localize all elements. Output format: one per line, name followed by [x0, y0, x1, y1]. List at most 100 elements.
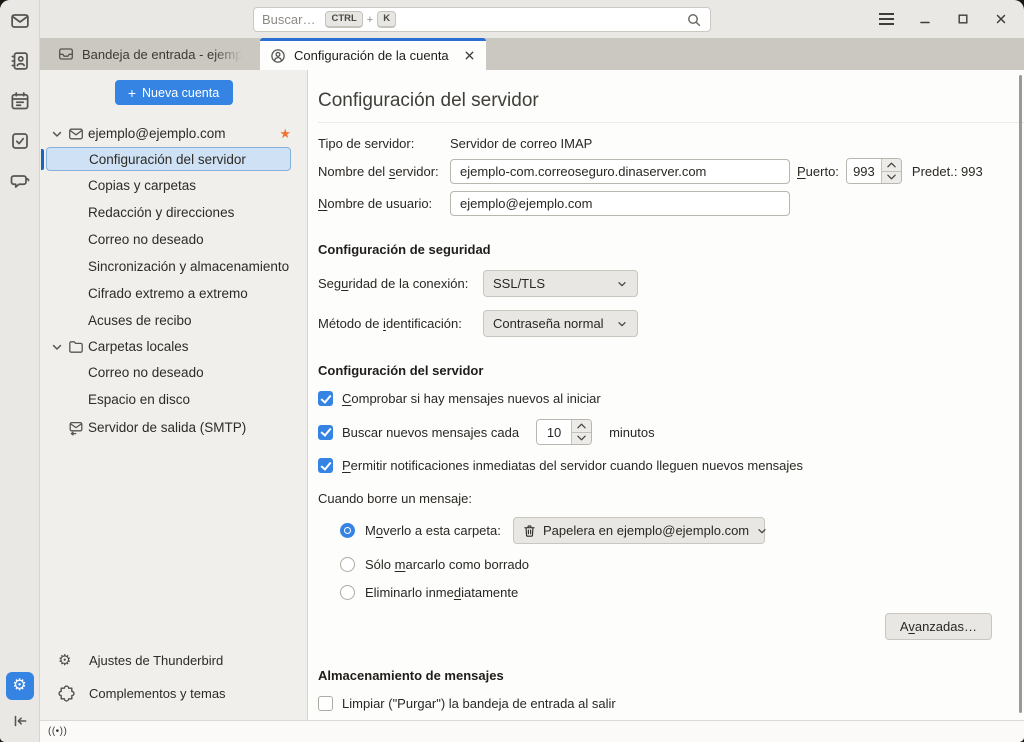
interval-input[interactable]: [537, 420, 571, 444]
collapse-spaces-button[interactable]: [11, 712, 29, 730]
calendar-icon: [10, 91, 30, 111]
cleanup-row: Limpiar ("Purgar") la bandeja de entrada…: [318, 696, 1024, 711]
address-book-icon: [10, 51, 30, 71]
calendar-space-button[interactable]: [9, 90, 31, 112]
addons-themes-item[interactable]: Complementos y temas: [40, 677, 307, 710]
connection-security-label: Seguridad de la conexión:: [318, 276, 483, 291]
chevron-down-icon: [616, 278, 628, 290]
tree-item-smtp[interactable]: Servidor de salida (SMTP): [40, 415, 307, 440]
account-settings-pane: Configuración del servidor Tipo de servi…: [308, 70, 1024, 720]
tree-item-e2e[interactable]: Cifrado extremo a extremo: [40, 281, 307, 306]
spin-down-button[interactable]: [882, 172, 901, 184]
trash-icon: [523, 524, 536, 538]
username-input[interactable]: [450, 191, 790, 216]
gear-icon: ⚙: [58, 653, 76, 668]
delete-mark-label: Sólo marcarlo como borrado: [365, 557, 529, 572]
search-placeholder: Buscar…: [262, 12, 315, 27]
cleanup-checkbox[interactable]: [318, 696, 333, 711]
thunderbird-settings-item[interactable]: ⚙ Ajustes de Thunderbird: [40, 644, 307, 677]
tab-inbox-label: Bandeja de entrada - ejemplo@ejem: [82, 47, 242, 62]
chevron-down-icon[interactable]: [50, 340, 68, 354]
notifications-row: Permitir notificaciones inmediatas del s…: [318, 458, 1024, 473]
tree-footer: ⚙ Ajustes de Thunderbird Complementos y …: [40, 644, 307, 720]
connection-security-value: SSL/TLS: [493, 276, 609, 291]
thunderbird-settings-label: Ajustes de Thunderbird: [89, 653, 223, 668]
chevron-down-icon[interactable]: [50, 127, 68, 141]
tab-account-settings[interactable]: Configuración de la cuenta: [260, 38, 486, 70]
notifications-checkbox[interactable]: [318, 458, 333, 473]
close-tab-icon: [463, 49, 476, 62]
tree-item-label: Configuración del servidor: [89, 152, 246, 167]
spin-up-button[interactable]: [882, 159, 901, 172]
check-interval-checkbox[interactable]: [318, 425, 333, 440]
status-bar: ((•)): [40, 720, 1024, 742]
tree-item-server-settings[interactable]: Configuración del servidor: [46, 147, 291, 171]
auth-method-select[interactable]: Contraseña normal: [483, 310, 638, 337]
tree-item-composition[interactable]: Redacción y direcciones: [40, 200, 307, 225]
new-account-button[interactable]: + Nueva cuenta: [115, 80, 233, 105]
maximize-icon: [956, 12, 970, 26]
mail-space-button[interactable]: [9, 10, 31, 32]
tree-account-root[interactable]: ejemplo@ejemplo.com ★: [40, 121, 307, 146]
addressbook-space-button[interactable]: [9, 50, 31, 72]
window-controls: [879, 12, 1008, 26]
tree-item-junk[interactable]: Correo no deseado: [40, 227, 307, 252]
check-startup-checkbox[interactable]: [318, 391, 333, 406]
tasks-space-button[interactable]: [9, 130, 31, 152]
auth-method-value: Contraseña normal: [493, 316, 609, 331]
tree-item-label: Sincronización y almacenamiento: [88, 259, 289, 274]
server-settings-heading: Configuración del servidor: [318, 363, 1024, 378]
window-body: Buscar… CTRL + K: [40, 0, 1024, 742]
tasks-icon: [10, 131, 30, 151]
port-default: Predet.: 993: [912, 164, 983, 179]
thunderbird-window: ⚙ Buscar… CTRL + K: [0, 0, 1024, 742]
hamburger-icon: [879, 18, 894, 20]
tree-item-sync-storage[interactable]: Sincronización y almacenamiento: [40, 254, 307, 279]
tree-item-label: Redacción y direcciones: [88, 205, 234, 220]
content-area: + Nueva cuenta ejemplo@ejemplo.com ★ Con…: [40, 70, 1024, 720]
tree-local-folders[interactable]: Carpetas locales: [40, 334, 307, 359]
gear-icon: ⚙: [12, 678, 26, 694]
chat-space-button[interactable]: [9, 170, 31, 192]
connection-security-select[interactable]: SSL/TLS: [483, 270, 638, 297]
port-input[interactable]: [847, 159, 881, 183]
delete-remove-row: Eliminarlo inmediatamente: [340, 585, 1024, 600]
tree-item-label: Correo no deseado: [88, 232, 204, 247]
folder-icon: [68, 339, 86, 355]
maximize-button[interactable]: [956, 12, 970, 26]
advanced-button[interactable]: Avanzadas…: [885, 613, 992, 640]
server-name-input[interactable]: [450, 159, 790, 184]
cleanup-label: Limpiar ("Purgar") la bandeja de entrada…: [342, 696, 616, 711]
tree-item-label: Copias y carpetas: [88, 178, 196, 193]
delete-remove-label: Eliminarlo inmediatamente: [365, 585, 518, 600]
check-startup-label: Comprobar si hay mensajes nuevos al inic…: [342, 391, 601, 406]
app-menu-button[interactable]: [879, 18, 894, 20]
chevron-up-icon: [577, 423, 586, 429]
interval-spinner: [536, 419, 592, 445]
spin-down-button[interactable]: [572, 433, 591, 445]
account-settings-icon: [270, 48, 286, 64]
vertical-scrollbar[interactable]: [1019, 75, 1022, 713]
tab-inbox[interactable]: Bandeja de entrada - ejemplo@ejem: [48, 38, 260, 70]
close-tab-button[interactable]: [463, 49, 476, 62]
port-spin-arrows: [881, 159, 901, 183]
delete-move-radio[interactable]: [340, 523, 355, 538]
trash-folder-select[interactable]: Papelera en ejemplo@ejemplo.com: [513, 517, 765, 544]
spin-up-button[interactable]: [572, 420, 591, 433]
global-search-field[interactable]: Buscar… CTRL + K: [253, 7, 711, 32]
delete-mark-radio[interactable]: [340, 557, 355, 572]
tree-item-disk-space[interactable]: Espacio en disco: [40, 387, 307, 412]
chevron-down-icon: [887, 174, 896, 180]
delete-move-label: Moverlo a esta carpeta:: [365, 523, 503, 538]
delete-remove-radio[interactable]: [340, 585, 355, 600]
tab-account-settings-label: Configuración de la cuenta: [294, 48, 449, 63]
settings-space-button-active[interactable]: ⚙: [6, 672, 34, 700]
server-type-value: Servidor de correo IMAP: [450, 136, 592, 151]
delete-move-row: Moverlo a esta carpeta: Papelera en ejem…: [340, 517, 1024, 544]
tree-item-receipts[interactable]: Acuses de recibo: [40, 308, 307, 333]
tree-item-copies-folders[interactable]: Copias y carpetas: [40, 173, 307, 198]
minimize-icon: [918, 12, 932, 26]
minimize-button[interactable]: [918, 12, 932, 26]
close-window-button[interactable]: [994, 12, 1008, 26]
tree-item-local-junk[interactable]: Correo no deseado: [40, 360, 307, 385]
